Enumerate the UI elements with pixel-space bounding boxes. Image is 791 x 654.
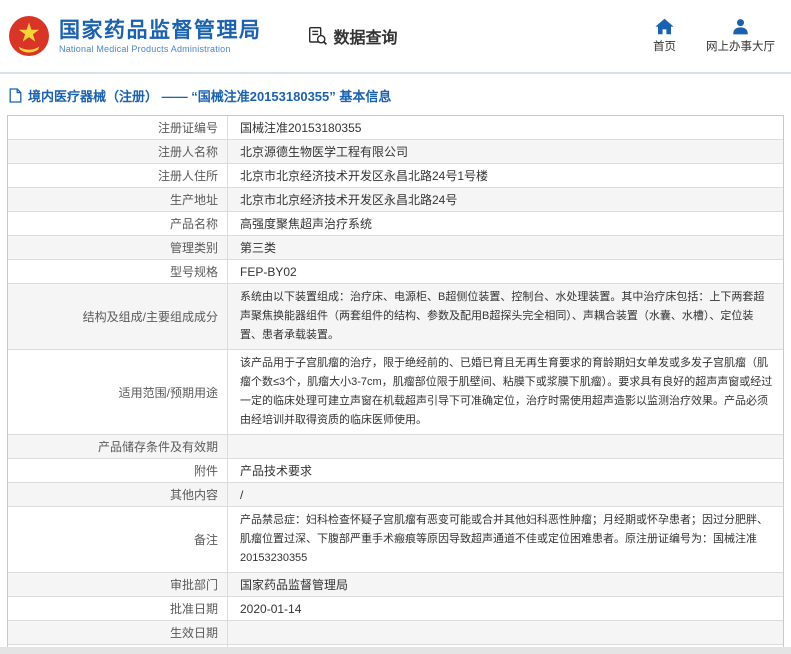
info-table: 注册证编号国械注准20153180355注册人名称北京源德生物医学工程有限公司注… [7, 115, 784, 654]
document-icon [9, 88, 22, 103]
org-name-cn: 国家药品监督管理局 [59, 18, 262, 44]
row-label: 注册人名称 [8, 140, 228, 163]
table-row: 注册证编号国械注准20153180355 [8, 116, 783, 140]
table-row: 结构及组成/主要组成成分系统由以下装置组成：治疗床、电源柜、B超侧位装置、控制台… [8, 284, 783, 350]
home-icon [655, 18, 674, 35]
table-row: 产品储存条件及有效期 [8, 435, 783, 459]
nav-home-label: 首页 [653, 38, 676, 54]
nav-home[interactable]: 首页 [653, 18, 676, 54]
national-emblem-icon [8, 15, 50, 57]
table-row: 型号规格FEP-BY02 [8, 260, 783, 284]
row-value [228, 435, 783, 458]
table-row: 管理类别第三类 [8, 236, 783, 260]
footer-strip [0, 647, 791, 654]
row-value: 北京市北京经济技术开发区永昌北路24号1号楼 [228, 164, 783, 187]
row-label: 其他内容 [8, 483, 228, 506]
table-row: 注册人住所北京市北京经济技术开发区永昌北路24号1号楼 [8, 164, 783, 188]
row-value: / [228, 483, 783, 506]
row-value: 2020-01-14 [228, 597, 783, 620]
row-label: 产品储存条件及有效期 [8, 435, 228, 458]
row-label: 生产地址 [8, 188, 228, 211]
site-header: 国家药品监督管理局 National Medical Products Admi… [0, 0, 791, 74]
row-label: 管理类别 [8, 236, 228, 259]
row-value: 产品禁忌症：妇科检查怀疑子宫肌瘤有恶变可能或合并其他妇科恶性肿瘤；月经期或怀孕患… [228, 507, 783, 572]
table-row: 批准日期2020-01-14 [8, 597, 783, 621]
data-query-tab[interactable]: 数据查询 [308, 24, 398, 48]
org-name-en: National Medical Products Administration [59, 44, 262, 54]
top-nav: 首页 网上办事大厅 [653, 18, 781, 54]
row-label: 注册证编号 [8, 116, 228, 139]
row-label: 审批部门 [8, 573, 228, 596]
table-row: 备注产品禁忌症：妇科检查怀疑子宫肌瘤有恶变可能或合并其他妇科恶性肿瘤；月经期或怀… [8, 507, 783, 573]
table-row: 审批部门国家药品监督管理局 [8, 573, 783, 597]
row-value: 第三类 [228, 236, 783, 259]
row-label: 适用范围/预期用途 [8, 350, 228, 434]
row-value: 该产品用于子宫肌瘤的治疗，限于绝经前的、已婚已育且无再生育要求的育龄期妇女单发或… [228, 350, 783, 434]
row-value [228, 621, 783, 644]
row-value: FEP-BY02 [228, 260, 783, 283]
site-logo[interactable]: 国家药品监督管理局 National Medical Products Admi… [8, 15, 262, 57]
row-label: 注册人住所 [8, 164, 228, 187]
row-label: 附件 [8, 459, 228, 482]
table-row: 注册人名称北京源德生物医学工程有限公司 [8, 140, 783, 164]
row-value: 北京源德生物医学工程有限公司 [228, 140, 783, 163]
table-row: 适用范围/预期用途该产品用于子宫肌瘤的治疗，限于绝经前的、已婚已育且无再生育要求… [8, 350, 783, 435]
row-value: 产品技术要求 [228, 459, 783, 482]
row-label: 生效日期 [8, 621, 228, 644]
table-row: 其他内容/ [8, 483, 783, 507]
row-value: 高强度聚焦超声治疗系统 [228, 212, 783, 235]
page: 国家药品监督管理局 National Medical Products Admi… [0, 0, 791, 654]
nav-service-hall[interactable]: 网上办事大厅 [706, 18, 775, 54]
row-value: 系统由以下装置组成：治疗床、电源柜、B超侧位装置、控制台、水处理装置。其中治疗床… [228, 284, 783, 349]
data-query-label: 数据查询 [334, 24, 398, 48]
table-row: 生效日期 [8, 621, 783, 645]
row-value: 国家药品监督管理局 [228, 573, 783, 596]
row-value: 国械注准20153180355 [228, 116, 783, 139]
table-row: 产品名称高强度聚焦超声治疗系统 [8, 212, 783, 236]
data-search-icon [308, 26, 328, 46]
table-row: 生产地址北京市北京经济技术开发区永昌北路24号 [8, 188, 783, 212]
row-label: 备注 [8, 507, 228, 572]
row-value: 北京市北京经济技术开发区永昌北路24号 [228, 188, 783, 211]
table-row: 附件产品技术要求 [8, 459, 783, 483]
row-label: 产品名称 [8, 212, 228, 235]
row-label: 批准日期 [8, 597, 228, 620]
person-icon [732, 18, 749, 35]
row-label: 型号规格 [8, 260, 228, 283]
breadcrumb: 境内医疗器械（注册） —— “国械注准20153180355” 基本信息 [0, 74, 791, 115]
row-label: 结构及组成/主要组成成分 [8, 284, 228, 349]
nav-service-hall-label: 网上办事大厅 [706, 38, 775, 54]
breadcrumb-text: 境内医疗器械（注册） —— “国械注准20153180355” 基本信息 [28, 86, 391, 105]
